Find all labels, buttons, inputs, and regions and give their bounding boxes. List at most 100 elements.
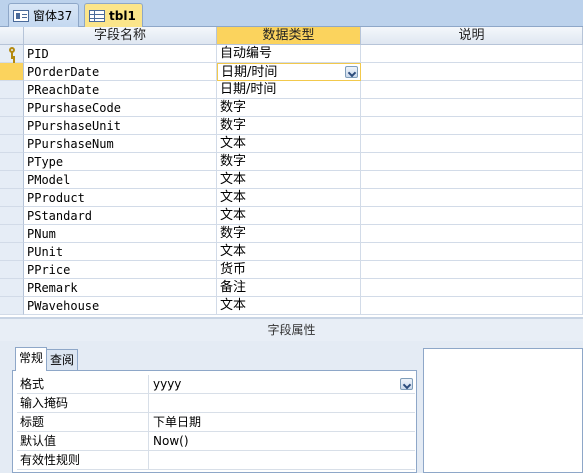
field-row[interactable]: PProduct 文本 [0,189,583,207]
form-icon [13,9,29,22]
description-cell[interactable] [361,279,583,297]
row-selector-header[interactable] [0,27,24,45]
chevron-down-icon[interactable] [345,66,358,78]
description-cell[interactable] [361,225,583,243]
field-name-cell[interactable]: PWavehouse [24,297,217,315]
field-name-cell[interactable]: PProduct [24,189,217,207]
row-selector[interactable] [0,279,24,297]
row-selector[interactable] [0,153,24,171]
data-type-cell[interactable]: 数字 [217,153,361,171]
field-name-cell[interactable]: PPurshaseUnit [24,117,217,135]
description-cell[interactable] [361,99,583,117]
field-name-cell[interactable]: PModel [24,171,217,189]
field-row[interactable]: PPurshaseUnit 数字 [0,117,583,135]
field-row[interactable]: PStandard 文本 [0,207,583,225]
row-selector[interactable] [0,225,24,243]
row-selector[interactable] [0,135,24,153]
data-type-cell[interactable]: 日期/时间 [217,81,361,99]
tab-lookup[interactable]: 查阅 [46,349,79,370]
data-type-cell[interactable]: 文本 [217,297,361,315]
description-cell[interactable] [361,135,583,153]
row-selector[interactable] [0,261,24,279]
row-selector[interactable] [0,297,24,315]
row-selector[interactable] [0,63,24,81]
data-type-cell[interactable]: 数字 [217,117,361,135]
property-value-field[interactable]: Now() [150,432,415,450]
property-value-field[interactable] [150,394,415,412]
row-selector[interactable] [0,189,24,207]
field-name-cell[interactable]: PNum [24,225,217,243]
field-properties-pane: 常规 查阅 格式 yyyy 输入掩码 标题 下单日期 默认值 Now() 有效性规则 [0,341,583,473]
description-cell[interactable] [361,189,583,207]
property-label: 输入掩码 [17,394,149,412]
field-row[interactable]: PNum 数字 [0,225,583,243]
field-row[interactable]: PReachDate 日期/时间 [0,81,583,99]
field-row[interactable]: PType 数字 [0,153,583,171]
row-selector[interactable] [0,171,24,189]
property-row[interactable]: 有效性规则 [17,451,415,470]
data-type-cell[interactable]: 文本 [217,171,361,189]
header-data-type[interactable]: 数据类型 [217,27,361,45]
description-cell[interactable] [361,243,583,261]
tab-tbl1[interactable]: tbl1 [84,3,143,28]
field-name-cell[interactable]: PRemark [24,279,217,297]
field-name-cell[interactable]: PPurshaseCode [24,99,217,117]
field-row[interactable]: PRemark 备注 [0,279,583,297]
row-selector[interactable] [0,243,24,261]
field-row[interactable]: PPurshaseCode 数字 [0,99,583,117]
data-type-cell[interactable]: 数字 [217,99,361,117]
data-type-cell[interactable]: 文本 [217,135,361,153]
data-type-cell[interactable]: 自动编号 [217,45,361,63]
description-cell[interactable] [361,297,583,315]
field-name-cell[interactable]: PPrice [24,261,217,279]
property-row[interactable]: 默认值 Now() [17,432,415,451]
data-type-cell[interactable]: 文本 [217,207,361,225]
field-name-cell[interactable]: PUnit [24,243,217,261]
description-cell[interactable] [361,171,583,189]
description-cell[interactable] [361,81,583,99]
tab-general[interactable]: 常规 [15,347,48,371]
field-row[interactable]: PPurshaseNum 文本 [0,135,583,153]
data-type-cell[interactable]: 货币 [217,261,361,279]
property-row[interactable]: 格式 yyyy [17,375,415,394]
data-type-cell[interactable]: 数字 [217,225,361,243]
field-row[interactable]: PID 自动编号 [0,45,583,63]
row-selector[interactable] [0,45,24,63]
description-cell[interactable] [361,153,583,171]
field-row[interactable]: POrderDate 日期/时间 [0,63,583,81]
header-field-name[interactable]: 字段名称 [24,27,217,45]
tab-tbl1-label: tbl1 [109,9,136,23]
data-type-cell[interactable]: 文本 [217,189,361,207]
data-type-cell[interactable]: 日期/时间 [217,63,361,81]
property-row[interactable]: 标题 下单日期 [17,413,415,432]
header-description[interactable]: 说明 [361,27,583,45]
property-row[interactable]: 输入掩码 [17,394,415,413]
property-value-field[interactable]: yyyy [150,375,415,393]
field-name-cell[interactable]: PReachDate [24,81,217,99]
field-name-cell[interactable]: PID [24,45,217,63]
property-value-field[interactable]: 下单日期 [150,413,415,431]
description-cell[interactable] [361,117,583,135]
row-selector[interactable] [0,99,24,117]
description-cell[interactable] [361,261,583,279]
data-type-value: 数字 [220,154,247,169]
description-cell[interactable] [361,45,583,63]
property-value-field[interactable] [150,451,415,469]
data-type-cell[interactable]: 备注 [217,279,361,297]
field-row[interactable]: PModel 文本 [0,171,583,189]
field-name-cell[interactable]: PPurshaseNum [24,135,217,153]
chevron-down-icon[interactable] [400,378,413,390]
row-selector[interactable] [0,81,24,99]
field-name-cell[interactable]: PType [24,153,217,171]
description-cell[interactable] [361,63,583,81]
field-row[interactable]: PWavehouse 文本 [0,297,583,315]
row-selector[interactable] [0,117,24,135]
data-type-cell[interactable]: 文本 [217,243,361,261]
tab-form37[interactable]: 窗体37 [8,3,80,27]
field-row[interactable]: PUnit 文本 [0,243,583,261]
field-name-cell[interactable]: POrderDate [24,63,217,81]
description-cell[interactable] [361,207,583,225]
row-selector[interactable] [0,207,24,225]
field-row[interactable]: PPrice 货币 [0,261,583,279]
field-name-cell[interactable]: PStandard [24,207,217,225]
